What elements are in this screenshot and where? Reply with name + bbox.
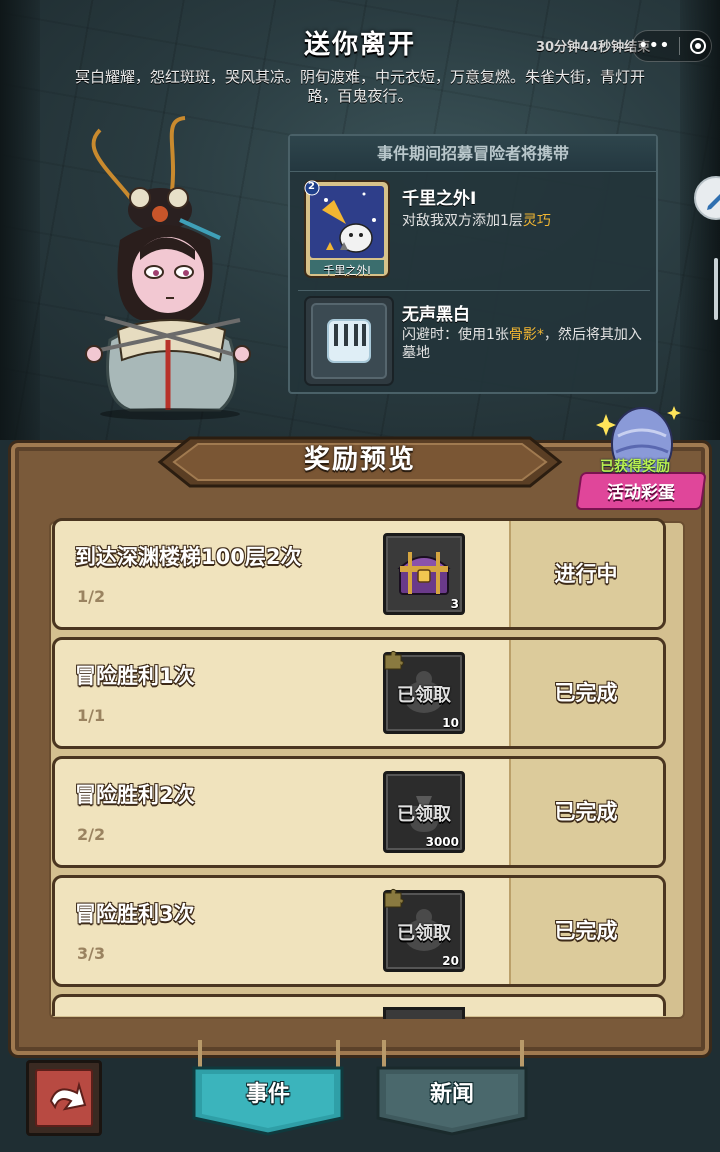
carry-panel-header: 事件期间招募冒险者将携带 (290, 136, 656, 172)
tab-news[interactable]: 新闻 (374, 1062, 530, 1138)
reward-quantity: 3 (450, 597, 459, 611)
task-title: 到达深渊楼梯100层2次 (75, 545, 302, 569)
treasure-chest-icon (397, 552, 451, 595)
claimed-label: 已领取 (397, 685, 451, 706)
reward-row[interactable]: 冒险胜利3次 3/3 已领取 20 已完成 (52, 875, 666, 987)
relic-description: 闪避时：使用1张骨影*，然后将其加入墓地 (402, 327, 642, 361)
card-description: 对敌我双方添加1层灵巧 (402, 213, 551, 229)
reward-item-slot[interactable]: 已领取 10 (383, 650, 465, 734)
tab-event[interactable]: 事件 (190, 1062, 346, 1138)
back-arrow-icon (49, 1081, 87, 1111)
reward-quantity: 3000 (425, 835, 459, 849)
carry-card-item[interactable]: 2 千里之外I 千里之外I 对敌我双方添加1层灵巧 (300, 180, 650, 280)
reward-item-slot[interactable]: 已领取 3000 (383, 771, 465, 853)
reward-row-partial[interactable] (52, 994, 666, 1019)
reward-item-slot[interactable]: 3 (383, 533, 465, 615)
card-level: 2 (308, 181, 315, 192)
egg-badge-label: 活动彩蛋 (607, 483, 675, 503)
target-icon[interactable] (690, 38, 707, 54)
back-button[interactable] (26, 1060, 102, 1136)
keyword-highlight: 骨影* (508, 327, 544, 343)
keyword-highlight: 灵巧 (522, 213, 551, 229)
puzzle-piece-icon (384, 650, 404, 670)
reward-quantity: 10 (442, 716, 459, 730)
relic-name: 无声黑白 (402, 305, 470, 325)
card-name: 千里之外I (402, 189, 477, 209)
reward-quantity: 20 (442, 954, 459, 968)
task-progress: 2/2 (77, 825, 106, 844)
tab-news-label: 新闻 (429, 1082, 474, 1107)
reward-item-slot[interactable]: 已领取 20 (383, 888, 465, 972)
task-title: 冒险胜利2次 (75, 783, 195, 807)
pencil-icon (707, 194, 720, 210)
egg-obtained-label: 已获得奖励 (600, 459, 670, 475)
claimed-label: 已领取 (397, 923, 451, 944)
scrollbar[interactable] (714, 258, 718, 320)
task-status: 已完成 (554, 681, 618, 705)
easter-egg-badge[interactable]: 已获得奖励 活动彩蛋 (575, 400, 708, 520)
task-status: 已完成 (554, 800, 618, 824)
ghost-lady-character (85, 116, 251, 420)
task-status: 已完成 (554, 919, 618, 943)
task-progress: 1/2 (77, 587, 106, 606)
carry-relic-item[interactable]: 无声黑白 闪避时：使用1张骨影*，然后将其加入墓地 (300, 296, 650, 390)
edit-pencil-button[interactable] (694, 176, 720, 220)
board-title: 奖励预览 (303, 445, 416, 475)
task-status: 进行中 (554, 562, 618, 586)
task-title: 冒险胜利1次 (75, 664, 195, 688)
card-label: 千里之外I (323, 264, 371, 277)
more-dots-icon[interactable]: ••• (638, 37, 670, 55)
tab-event-label: 事件 (245, 1082, 290, 1107)
mini-program-capsule: ••• (632, 30, 712, 62)
reward-row[interactable]: 到达深渊楼梯100层2次 1/2 3 进行中 (52, 518, 666, 630)
event-description: 冥白耀耀，怨红斑斑，哭风其凉。阴旬渡难，中元衣短，万意复燃。朱雀大街，青灯开路，… (74, 68, 645, 105)
claimed-label: 已领取 (397, 804, 451, 825)
puzzle-piece-icon (384, 888, 404, 908)
task-title: 冒险胜利3次 (75, 902, 195, 926)
carry-cards-panel: 事件期间招募冒险者将携带 2 千里之外I 千里之外I 对敌我双方添加1层灵巧 无… (288, 134, 658, 394)
task-progress: 3/3 (77, 944, 106, 963)
piano-keys-icon[interactable] (304, 296, 394, 386)
reward-row[interactable]: 冒险胜利1次 1/1 已领取 10 已完成 (52, 637, 666, 749)
reward-row[interactable]: 冒险胜利2次 2/2 已领取 3000 已完成 (52, 756, 666, 868)
task-progress: 1/1 (77, 706, 106, 725)
